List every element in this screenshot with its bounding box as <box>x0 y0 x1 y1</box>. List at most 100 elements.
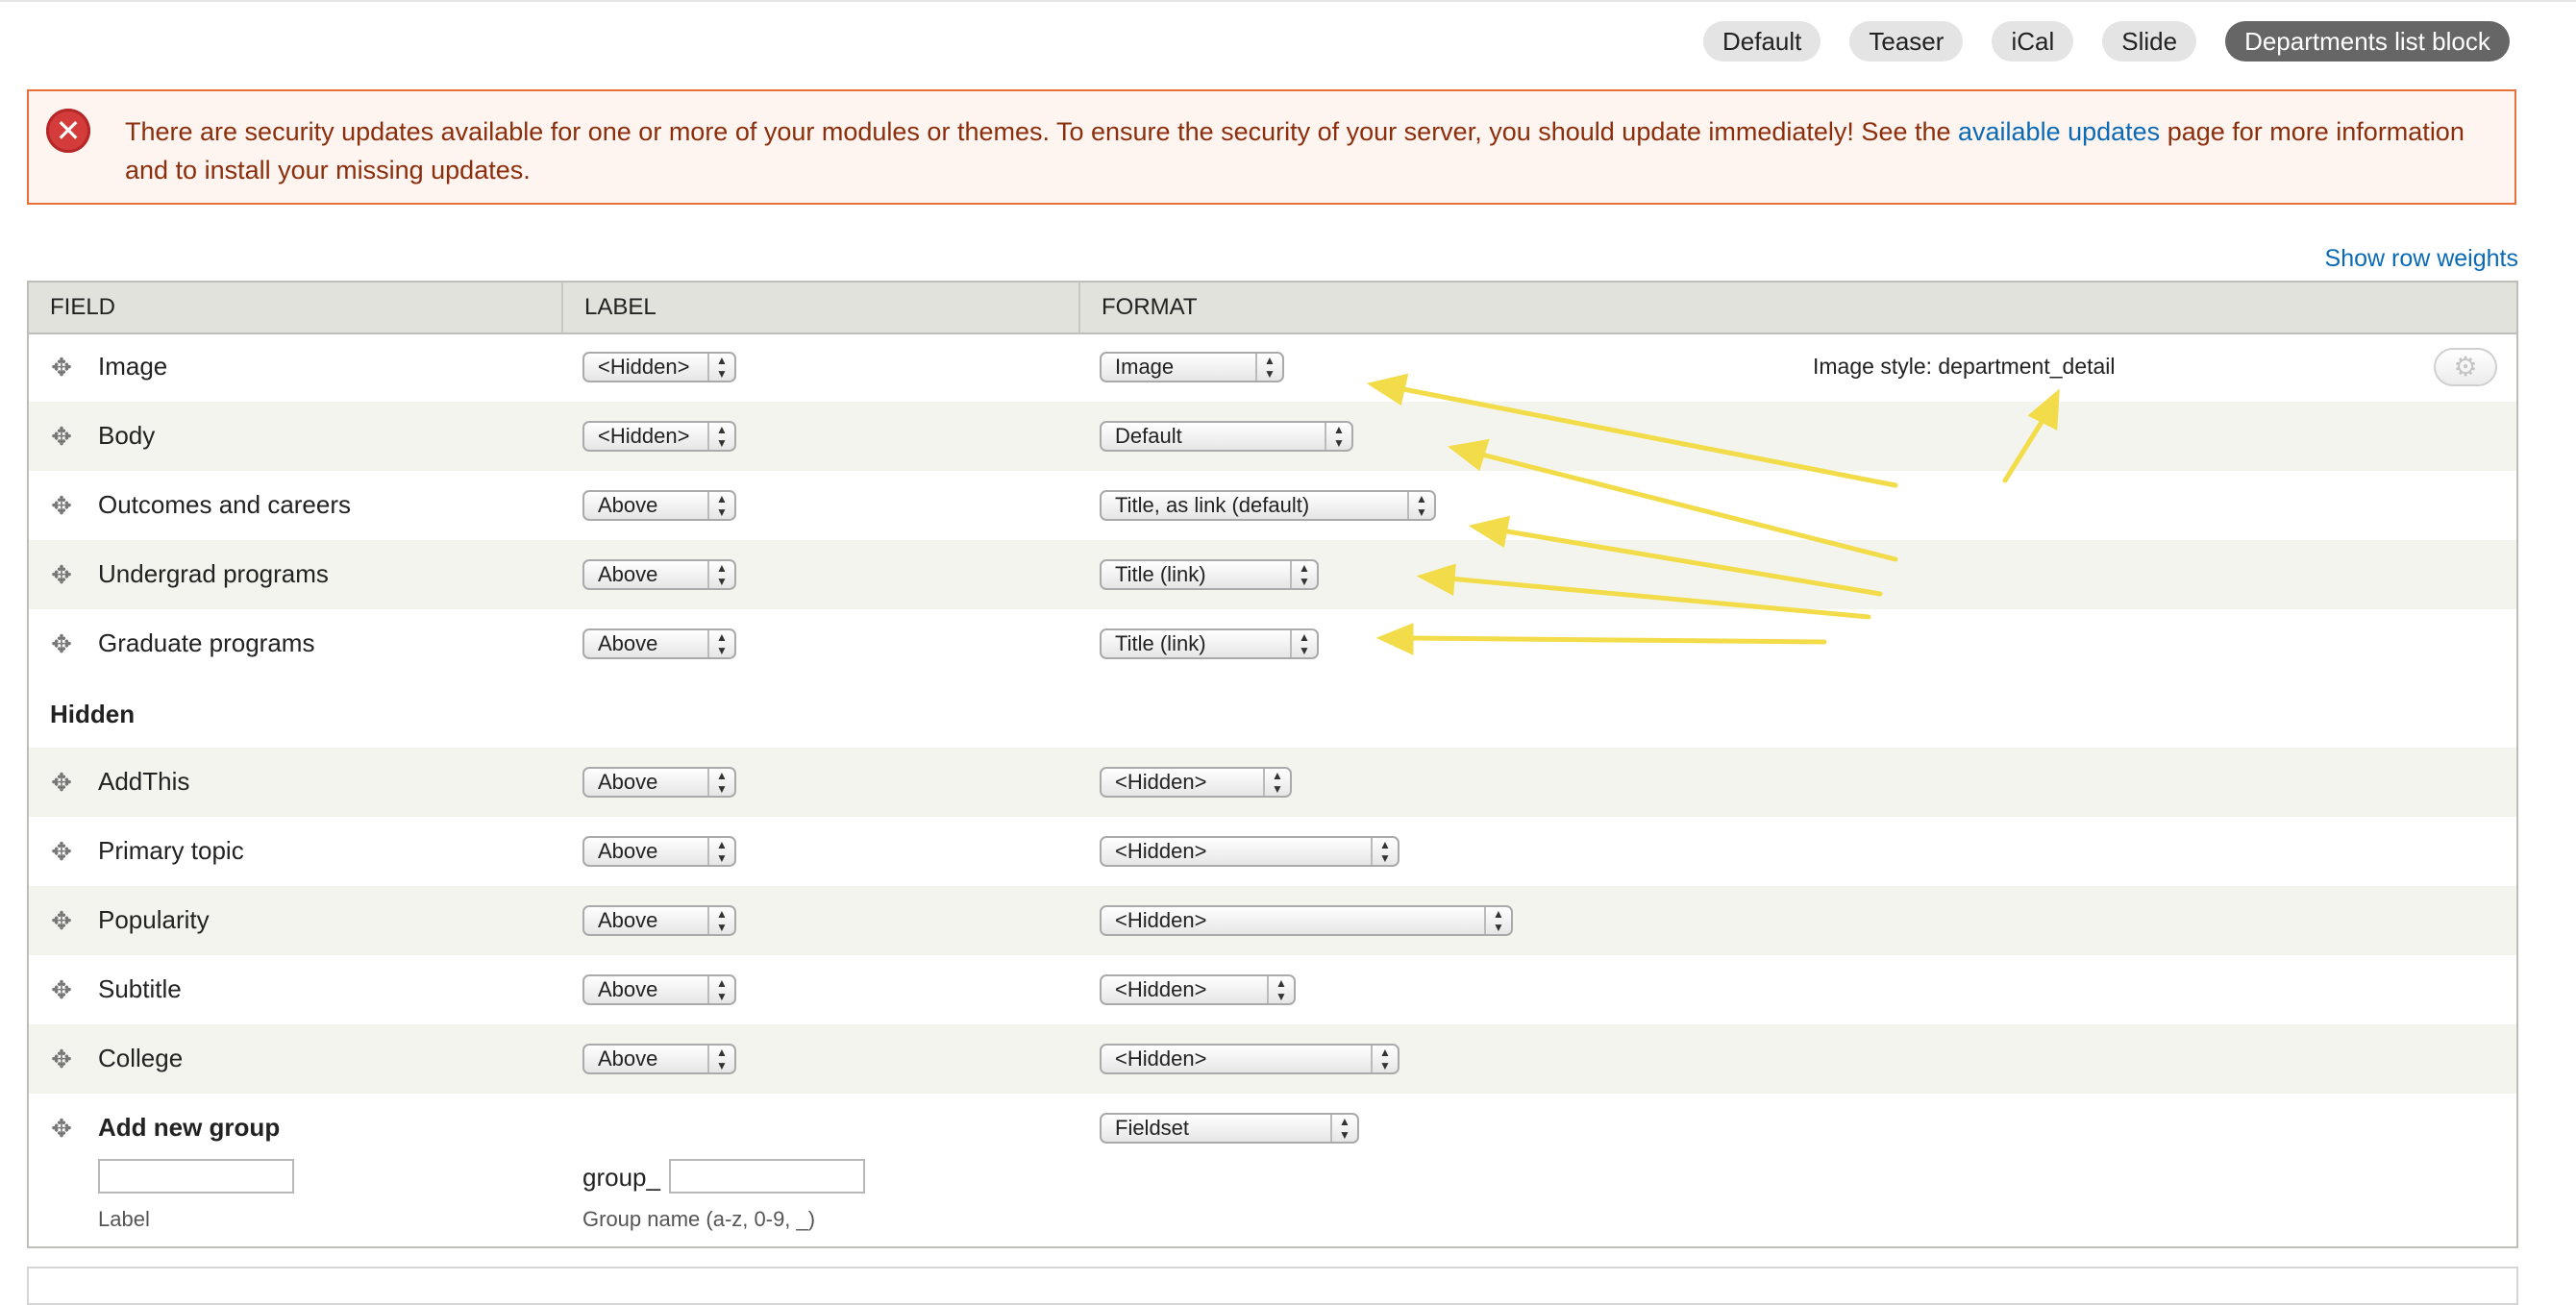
tab-default[interactable]: Default <box>1703 21 1821 62</box>
tab-teaser[interactable]: Teaser <box>1849 21 1964 62</box>
select-arrows-icon: ▲ ▼ <box>1290 561 1317 588</box>
available-updates-link[interactable]: available updates <box>1958 117 2160 146</box>
field-name: Graduate programs <box>98 628 315 657</box>
format-select[interactable]: <Hidden> ▲ ▼ <box>1100 905 1513 936</box>
select-arrows-icon: ▲ ▼ <box>707 423 734 450</box>
drag-handle-icon[interactable]: ✥ <box>50 977 73 1002</box>
label-select[interactable]: Above ▲ ▼ <box>582 905 736 936</box>
select-arrows-icon: ▲ ▼ <box>1267 976 1294 1003</box>
select-arrows-icon: ▲ ▼ <box>1290 630 1317 657</box>
select-arrows-icon: ▲ ▼ <box>707 976 734 1003</box>
format-select[interactable]: Title (link) ▲ ▼ <box>1100 628 1319 659</box>
field-name: Image <box>98 352 168 381</box>
table-row: ✥ Popularity Above ▲ ▼ <Hidden> ▲ ▼ <box>29 886 2516 955</box>
add-new-group-title: Add new group <box>98 1113 281 1142</box>
field-name: AddThis <box>98 767 190 796</box>
format-select[interactable]: <Hidden> ▲ ▼ <box>1100 836 1399 867</box>
drag-handle-icon[interactable]: ✥ <box>50 631 73 656</box>
label-select[interactable]: Above ▲ ▼ <box>582 974 736 1005</box>
select-arrows-icon: ▲ ▼ <box>707 769 734 796</box>
field-name: Outcomes and careers <box>98 490 352 519</box>
label-select[interactable]: Above ▲ ▼ <box>582 559 736 590</box>
column-divider <box>1078 283 1080 332</box>
format-select[interactable]: Image ▲ ▼ <box>1100 352 1284 382</box>
message-text: There are security updates available for… <box>125 117 2465 185</box>
group-name-caption: Group name (a-z, 0-9, _) <box>582 1207 816 1231</box>
field-display-table: FIELD LABEL FORMAT ✥ Image <Hidden> ▲ ▼ Im… <box>27 281 2518 1248</box>
region-hidden-title: Hidden <box>50 700 136 728</box>
top-divider <box>0 0 2576 2</box>
format-select[interactable]: <Hidden> ▲ ▼ <box>1100 767 1292 798</box>
drag-handle-icon[interactable]: ✥ <box>50 424 73 449</box>
select-arrows-icon: ▲ ▼ <box>707 354 734 381</box>
table-row: ✥ Primary topic Above ▲ ▼ <Hidden> ▲ ▼ <box>29 817 2516 886</box>
tab-slide[interactable]: Slide <box>2102 21 2197 62</box>
drag-handle-icon[interactable]: ✥ <box>50 355 73 380</box>
gear-icon[interactable]: ⚙ <box>2434 348 2497 386</box>
label-select[interactable]: Above ▲ ▼ <box>582 836 736 867</box>
field-name: College <box>98 1044 184 1072</box>
table-row: ✥ College Above ▲ ▼ <Hidden> ▲ ▼ <box>29 1024 2516 1094</box>
table-row: ✥ Graduate programs Above ▲ ▼ Title (link)… <box>29 609 2516 678</box>
header-format: FORMAT <box>1102 294 1198 320</box>
label-select[interactable]: Above ▲ ▼ <box>582 1044 736 1074</box>
label-select[interactable]: <Hidden> ▲ ▼ <box>582 352 736 382</box>
group-name-input[interactable] <box>669 1159 865 1194</box>
select-arrows-icon: ▲ ▼ <box>707 1046 734 1072</box>
table-row: ✥ Image <Hidden> ▲ ▼ Image ▲ ▼ Image style: … <box>29 332 2516 402</box>
field-name: Popularity <box>98 905 210 934</box>
format-select[interactable]: Title, as link (default) ▲ ▼ <box>1100 490 1436 521</box>
field-name: Body <box>98 421 156 450</box>
drag-handle-icon[interactable]: ✥ <box>50 1046 73 1071</box>
field-name: Primary topic <box>98 836 244 865</box>
table-header: FIELD LABEL FORMAT <box>29 283 2516 334</box>
table-row: ✥ Body <Hidden> ▲ ▼ Default ▲ ▼ <box>29 402 2516 471</box>
group-format-select[interactable]: Fieldset ▲ ▼ <box>1100 1113 1359 1144</box>
drag-handle-icon[interactable]: ✥ <box>50 839 73 864</box>
group-label-caption: Label <box>98 1207 150 1231</box>
label-select[interactable]: Above ▲ ▼ <box>582 767 736 798</box>
format-select[interactable]: Title (link) ▲ ▼ <box>1100 559 1319 590</box>
view-mode-tabs: Default Teaser iCal Slide Departments li… <box>1703 21 2510 62</box>
format-summary: Image style: department_detail <box>1813 354 2116 379</box>
format-select[interactable]: Default ▲ ▼ <box>1100 421 1353 452</box>
table-row: ✥ AddThis Above ▲ ▼ <Hidden> ▲ ▼ <box>29 748 2516 817</box>
select-arrows-icon: ▲ ▼ <box>707 492 734 519</box>
table-row: ✥ Subtitle Above ▲ ▼ <Hidden> ▲ ▼ <box>29 955 2516 1024</box>
select-arrows-icon: ▲ ▼ <box>1263 769 1290 796</box>
select-arrows-icon: ▲ ▼ <box>707 838 734 865</box>
error-icon: ✕ <box>46 109 90 153</box>
field-name: Undergrad programs <box>98 559 329 588</box>
select-arrows-icon: ▲ ▼ <box>1255 354 1282 381</box>
drag-handle-icon[interactable]: ✥ <box>50 908 73 933</box>
show-row-weights-link[interactable]: Show row weights <box>2325 245 2518 273</box>
table-row: ✥ Undergrad programs Above ▲ ▼ Title (link… <box>29 540 2516 609</box>
label-select[interactable]: Above ▲ ▼ <box>582 628 736 659</box>
format-select[interactable]: <Hidden> ▲ ▼ <box>1100 974 1296 1005</box>
select-arrows-icon: ▲ ▼ <box>707 907 734 934</box>
group-label-input[interactable] <box>98 1159 294 1194</box>
drag-handle-icon[interactable]: ✥ <box>50 770 73 795</box>
column-divider <box>561 283 563 332</box>
drag-handle-icon[interactable]: ✥ <box>50 493 73 518</box>
bottom-panel-edge <box>27 1267 2518 1305</box>
header-label: LABEL <box>584 294 656 320</box>
select-arrows-icon: ▲ ▼ <box>1407 492 1434 519</box>
security-update-message: ✕ There are security updates available f… <box>27 89 2516 205</box>
tab-ical[interactable]: iCal <box>1992 21 2074 62</box>
group-name-prefix: group_ <box>582 1163 660 1192</box>
select-arrows-icon: ▲ ▼ <box>1484 907 1511 934</box>
header-field: FIELD <box>50 294 116 320</box>
format-select[interactable]: <Hidden> ▲ ▼ <box>1100 1044 1399 1074</box>
drag-handle-icon[interactable]: ✥ <box>50 562 73 587</box>
field-name: Subtitle <box>98 974 182 1003</box>
drag-handle-icon[interactable]: ✥ <box>50 1116 73 1141</box>
select-arrows-icon: ▲ ▼ <box>1371 1046 1398 1072</box>
add-new-group-row: ✥ Add new group Fieldset ▲ ▼ Label group_ … <box>29 1094 2516 1247</box>
label-select[interactable]: <Hidden> ▲ ▼ <box>582 421 736 452</box>
select-arrows-icon: ▲ ▼ <box>1325 423 1351 450</box>
select-arrows-icon: ▲ ▼ <box>707 630 734 657</box>
label-select[interactable]: Above ▲ ▼ <box>582 490 736 521</box>
select-arrows-icon: ▲ ▼ <box>1371 838 1398 865</box>
tab-departments-list-block[interactable]: Departments list block <box>2225 21 2510 62</box>
